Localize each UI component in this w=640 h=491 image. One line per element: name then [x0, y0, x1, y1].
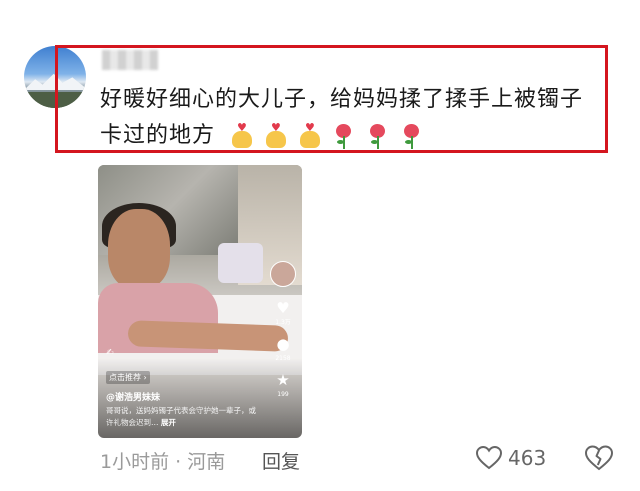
comment-time-location: 1小时前 · 河南: [100, 451, 226, 473]
video-pillow: [218, 243, 263, 283]
video-favorite-count: 199: [277, 391, 289, 398]
reply-button[interactable]: 回复: [262, 447, 300, 474]
dislike-button[interactable]: [584, 445, 614, 475]
video-description-text: 哥哥说，送妈妈镯子代表会守护她一辈子，或许礼物会迟到…: [106, 406, 256, 427]
heart-hands-icon: ♥: [229, 122, 255, 148]
comment-line-1: 好暖好细心的大儿子，给妈妈揉了揉手上被镯子: [100, 87, 584, 112]
video-like-icon[interactable]: ♥: [276, 300, 289, 316]
rose-icon: [399, 122, 425, 150]
video-expand-link[interactable]: 展开: [161, 418, 176, 427]
comment-text: 好暖好细心的大儿子，给妈妈揉了揉手上被镯子 卡过的地方 ♥ ♥ ♥: [100, 82, 605, 154]
video-action-bar: ♥ 1.3万 ● 2158 ★ 199: [270, 261, 296, 405]
comment-line-2: 卡过的地方: [100, 123, 216, 148]
video-person-face: [108, 209, 170, 289]
heart-hands-icon: ♥: [297, 122, 323, 148]
video-author[interactable]: @谢浩男妹妹: [106, 390, 160, 403]
video-scribble-icon: ✍: [106, 348, 114, 358]
video-comment-count: 2158: [275, 355, 291, 362]
emoji-row: ♥ ♥ ♥: [229, 122, 425, 150]
rose-icon: [365, 122, 391, 150]
rose-icon: [331, 122, 357, 150]
video-like-count: 1.3万: [275, 319, 291, 326]
video-description: 哥哥说，送妈妈镯子代表会守护她一辈子，或许礼物会迟到… 展开: [106, 405, 256, 429]
video-recommend-tag[interactable]: 点击推荐 ›: [106, 371, 150, 384]
heart-outline-icon: [476, 446, 502, 470]
video-comment-icon[interactable]: ●: [276, 336, 289, 352]
like-button[interactable]: 463: [476, 446, 546, 470]
video-thumbnail[interactable]: ♥ 1.3万 ● 2158 ★ 199 ✍ 点击推荐 › @谢浩男妹妹 哥哥说，…: [98, 165, 302, 438]
video-author-avatar[interactable]: [270, 261, 296, 287]
video-arm: [127, 320, 289, 352]
like-count: 463: [508, 446, 547, 470]
broken-heart-icon: [584, 445, 614, 471]
heart-hands-icon: ♥: [263, 122, 289, 148]
video-favorite-icon[interactable]: ★: [276, 372, 289, 388]
